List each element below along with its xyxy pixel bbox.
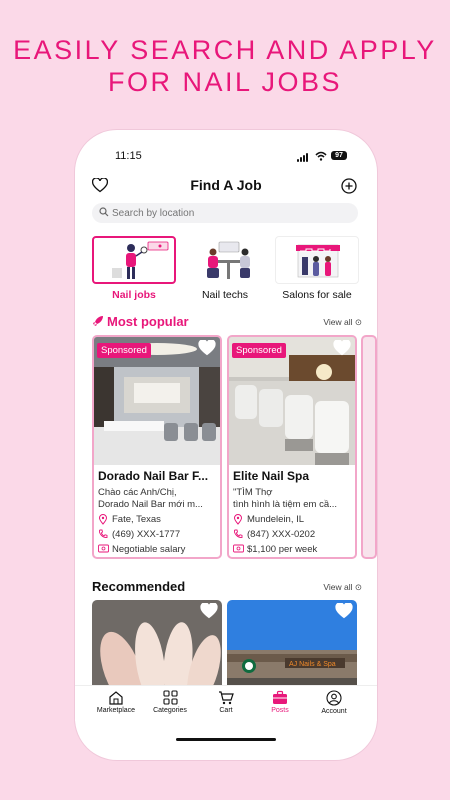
favorite-heart-icon[interactable]: [200, 603, 218, 619]
favorite-heart-icon[interactable]: [335, 603, 353, 619]
money-icon: [233, 544, 244, 553]
battery-icon: 97: [331, 151, 347, 160]
favorite-heart-icon[interactable]: [198, 340, 216, 356]
salary-row: Negotiable salary: [98, 543, 220, 557]
status-time: 11:15: [115, 150, 142, 162]
sponsored-badge: Sponsored: [232, 343, 286, 358]
location-pin-icon: [98, 514, 108, 525]
job-title: Elite Nail Spa: [233, 469, 310, 483]
recommended-card[interactable]: [92, 600, 222, 692]
location-row: Fate, Texas: [98, 513, 220, 527]
description-line: tình hình là tiệm em cầ...: [233, 499, 338, 510]
view-all-popular-link[interactable]: View all ⊙: [323, 317, 362, 328]
user-icon: [326, 690, 342, 706]
tab-label: Account: [321, 708, 347, 715]
money-icon: [98, 544, 109, 553]
job-description: Chào các Anh/Chị, Dorado Nail Bar mới m.…: [98, 487, 218, 511]
search-bar[interactable]: [92, 203, 358, 223]
phone-frame: 11:15 97 Find A Job Nail jobs: [75, 130, 377, 760]
chevron-right-icon: ⊙: [354, 582, 362, 592]
chevron-right-icon: ⊙: [354, 317, 362, 327]
search-icon: [99, 207, 109, 217]
view-all-recommended-link[interactable]: View all ⊙: [323, 582, 362, 593]
job-phone: (469) XXX-1777: [112, 529, 181, 540]
category-salons-for-sale[interactable]: Salons for sale: [275, 236, 359, 302]
tab-marketplace[interactable]: Marketplace: [91, 690, 141, 714]
phone-row[interactable]: (469) XXX-1777: [98, 528, 220, 542]
location-pin-icon: [233, 514, 243, 525]
headline-line-1: EASILY SEARCH AND APPLY: [13, 35, 437, 65]
job-card[interactable]: Sponsored Dorado Nail Bar F... Chào các …: [92, 335, 222, 559]
home-indicator: [176, 738, 276, 741]
header-bar: Find A Job: [75, 175, 377, 197]
bottom-nav: Marketplace Categories Cart Posts Accoun…: [75, 685, 377, 721]
nail-jobs-illustration: [92, 236, 176, 284]
category-label: Salons for sale: [282, 289, 352, 301]
tab-cart[interactable]: Cart: [201, 690, 251, 714]
description-line: Dorado Nail Bar mới m...: [98, 499, 203, 510]
job-location: Fate, Texas: [112, 514, 161, 525]
description-line: "TÌM Thợ: [233, 487, 273, 498]
description-line: Chào các Anh/Chị,: [98, 487, 177, 498]
view-all-label: View all: [323, 582, 353, 592]
job-phone: (847) XXX-0202: [247, 529, 316, 540]
recommended-card[interactable]: AJ Nails & Spa: [227, 600, 357, 692]
rocket-icon: [93, 316, 103, 326]
wifi-icon: [315, 151, 327, 161]
phone-icon: [99, 529, 108, 538]
storefront-sign: AJ Nails & Spa: [289, 661, 336, 668]
category-label: Nail techs: [201, 289, 249, 301]
job-title: Dorado Nail Bar F...: [98, 469, 209, 483]
phone-row[interactable]: (847) XXX-0202: [233, 528, 355, 542]
home-icon: [109, 691, 123, 705]
signal-icon: [297, 153, 308, 162]
category-nail-techs[interactable]: Nail techs: [183, 236, 267, 302]
next-card-peek[interactable]: [361, 335, 377, 559]
status-bar: 11:15 97: [75, 150, 377, 164]
job-description: "TÌM Thợ tình hình là tiệm em cầ...: [233, 487, 353, 511]
briefcase-icon: [273, 690, 287, 704]
job-salary: Negotiable salary: [112, 544, 186, 555]
most-popular-header: Most popular View all ⊙: [92, 314, 362, 330]
job-card[interactable]: Sponsored Elite Nail Spa "TÌM Thợ tình h…: [227, 335, 357, 559]
sponsored-badge: Sponsored: [97, 343, 151, 358]
phone-icon: [234, 529, 243, 538]
location-row: Mundelein, IL: [233, 513, 355, 527]
job-salary: $1,100 per week: [247, 544, 318, 555]
tab-label: Marketplace: [96, 707, 136, 714]
tab-label: Categories: [153, 707, 187, 714]
search-input[interactable]: [112, 203, 352, 223]
grid-icon: [162, 690, 178, 705]
section-title: Recommended: [92, 579, 186, 594]
job-location: Mundelein, IL: [247, 514, 305, 525]
cart-icon: [219, 691, 234, 705]
salary-row: $1,100 per week: [233, 543, 355, 557]
headline-line-2: FOR NAIL JOBS: [107, 67, 343, 97]
salons-for-sale-illustration: [275, 236, 359, 284]
tab-label: Cart: [219, 707, 233, 714]
tab-posts[interactable]: Posts: [255, 690, 305, 714]
tab-account[interactable]: Account: [309, 690, 359, 715]
category-label: Nail jobs: [112, 289, 156, 301]
nail-techs-illustration: [183, 236, 267, 284]
recommended-header: Recommended View all ⊙: [92, 579, 362, 595]
tab-categories[interactable]: Categories: [145, 690, 195, 714]
section-title: Most popular: [107, 314, 189, 329]
tab-label: Posts: [271, 707, 289, 714]
add-post-icon[interactable]: [341, 178, 357, 194]
favorite-heart-icon[interactable]: [333, 340, 351, 356]
page-title: Find A Job: [190, 177, 262, 193]
promo-headline: EASILY SEARCH AND APPLY FOR NAIL JOBS: [0, 34, 450, 98]
view-all-label: View all: [323, 317, 353, 327]
category-nail-jobs[interactable]: Nail jobs: [92, 236, 176, 302]
